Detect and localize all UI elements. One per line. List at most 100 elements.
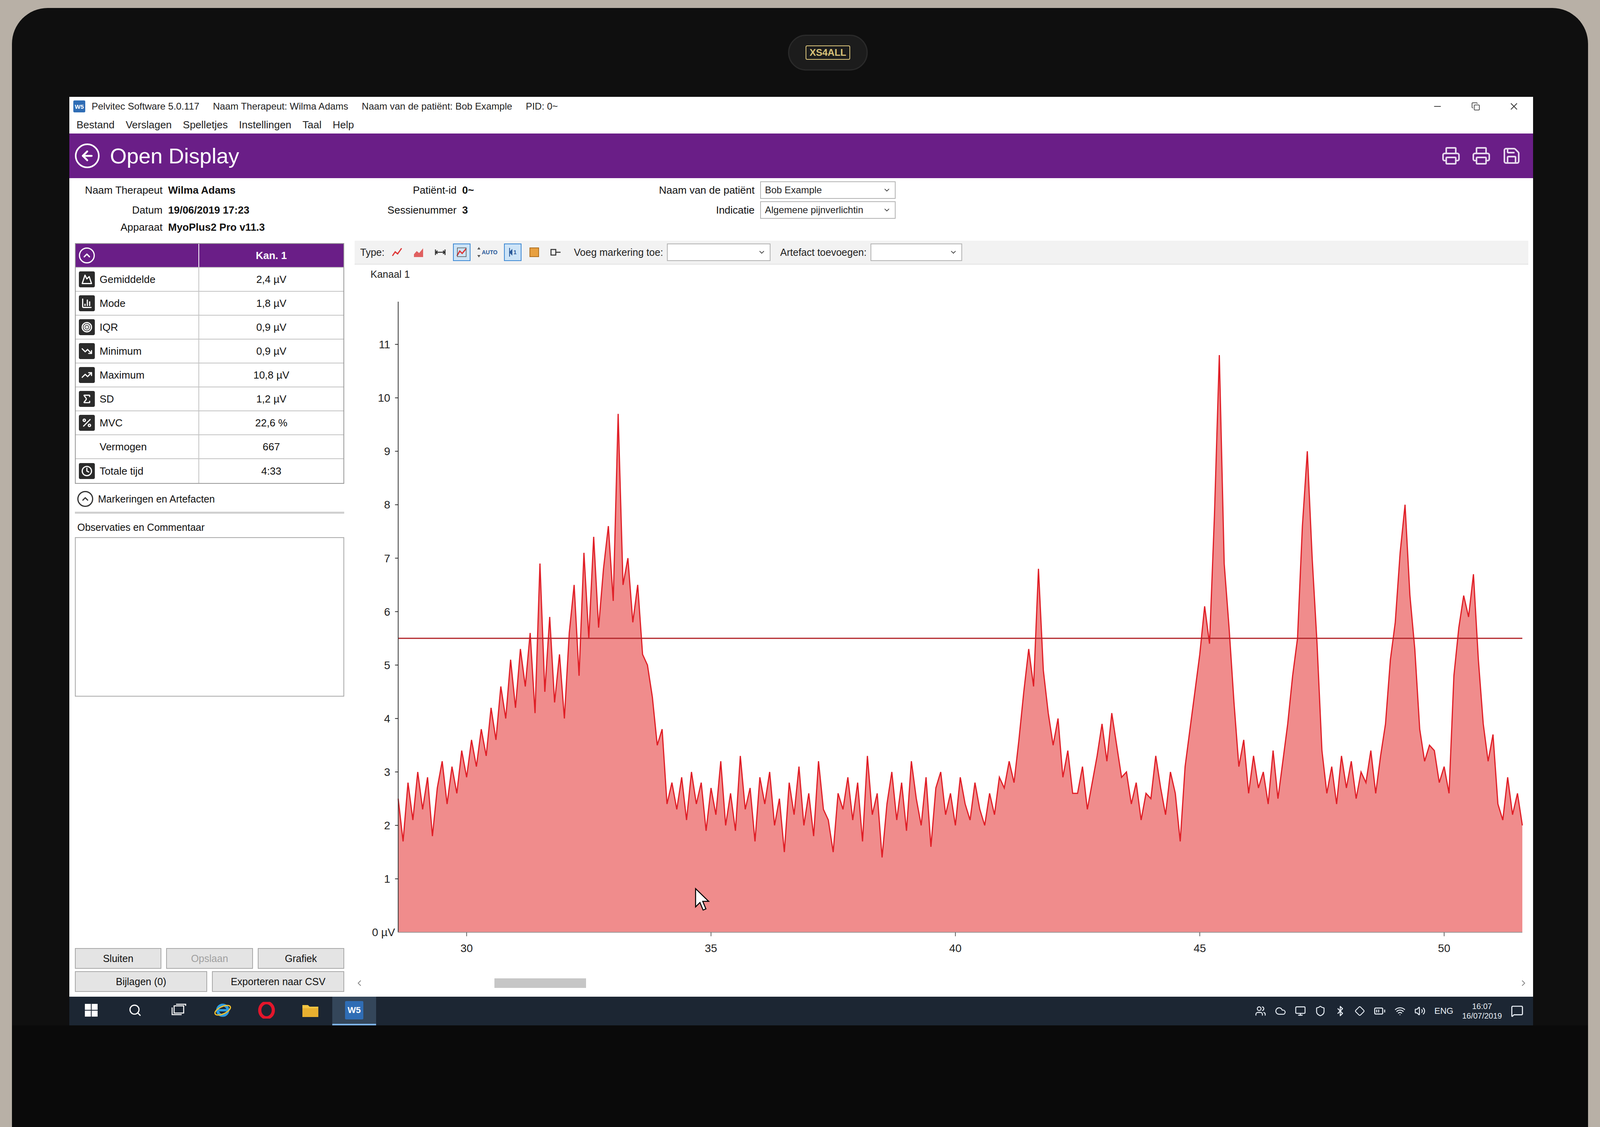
print-icon[interactable] [1441,146,1461,166]
y-tick: 5 [384,658,399,672]
close-button[interactable] [1494,96,1534,116]
action-button[interactable]: Bijlagen (0) [74,970,208,992]
fit-width-icon [434,246,447,259]
marker-icon [549,246,562,259]
stat-value: 1,2 µV [199,387,344,411]
marker-dropdown[interactable] [666,243,771,261]
x-tick: 50 [1437,931,1451,955]
info-label: Indicatie [527,203,755,217]
bottom-bezel [11,1025,1589,1127]
tool-button[interactable] [452,243,471,261]
emg-chart[interactable]: 12345678910110 µV3035404550 [354,283,1529,975]
opera-button[interactable] [244,996,289,1026]
tool-button[interactable] [431,243,450,261]
action-button[interactable]: Exporteren naar CSV [211,970,345,992]
windows-icon [84,1003,99,1017]
menu-item[interactable]: Bestand [76,118,115,132]
stat-icon [78,343,95,359]
chart-panel: Type:AUTO1Voeg markering toe:Artefact to… [344,237,1534,997]
internet-explorer-icon [213,1001,232,1019]
security-icon[interactable] [1314,1005,1326,1017]
stat-icon [78,414,95,431]
chart-scrollbar[interactable] [354,974,1529,992]
back-button[interactable] [74,143,100,169]
markers-section[interactable]: Markeringen en Artefacten [74,487,345,514]
stat-icon [78,462,95,479]
scroll-thumb[interactable] [494,978,587,988]
wifi-icon[interactable] [1394,1005,1406,1017]
indication-dropdown[interactable]: Algemene pijnverlichtin [760,201,896,219]
clock[interactable]: 16:0716/07/2019 [1462,1001,1502,1021]
action-button[interactable]: Sluiten [74,947,162,969]
display-icon[interactable] [1294,1005,1306,1017]
bluetooth-icon[interactable] [1334,1005,1346,1017]
file-explorer-button[interactable] [288,996,333,1026]
minimize-button[interactable] [1418,96,1457,116]
stats-toggle[interactable] [75,243,200,267]
svg-text:35: 35 [704,941,718,955]
stat-row: SD1,2 µV [75,387,344,412]
menu-item[interactable]: Verslagen [125,118,172,132]
threshold-line[interactable] [398,637,1523,639]
tool-text: AUTO [481,249,498,256]
tool-button[interactable] [525,243,544,261]
tool-text: 1 [513,249,517,256]
scroll-offset [368,978,495,988]
svg-text:40: 40 [949,941,962,955]
stat-value: 4:33 [199,458,344,483]
stat-row: IQR0,9 µV [75,315,344,340]
tool-button[interactable]: AUTO [474,243,500,261]
stat-value: 2,4 µV [199,267,344,291]
app-logo: W5 [73,100,86,113]
print-preview-icon[interactable] [1471,146,1491,166]
pelvitec-taskbar-button[interactable]: W5 [332,996,377,1026]
y-tick: 3 [384,765,399,779]
people-icon[interactable] [1254,1005,1267,1017]
menu-item[interactable]: Spelletjes [182,118,228,132]
tool-button[interactable]: 1 [503,243,522,261]
language-indicator[interactable]: ENG [1434,1005,1454,1016]
y-tick: 11 [378,338,399,351]
stat-icon [78,366,95,383]
stat-value: 22,6 % [199,411,344,435]
menu-item[interactable]: Taal [302,118,322,132]
task-view-button[interactable] [156,996,201,1026]
marker-label: Voeg markering toe: [574,246,664,259]
y-tick: 6 [384,605,399,618]
scroll-right-icon[interactable] [1518,978,1529,988]
stat-label: SD [75,387,200,411]
tool-button[interactable] [388,243,406,261]
clock-time: 16:07 [1472,1001,1493,1011]
stat-value: 667 [199,435,344,459]
notifications-icon[interactable] [1510,1004,1524,1018]
app-tray-icon[interactable] [1354,1005,1365,1016]
main-area: Kan. 1Gemiddelde2,4 µVMode1,8 µVIQR0,9 µ… [69,237,1534,997]
collapse-icon [78,247,95,264]
cloud-icon[interactable] [1274,1005,1287,1017]
menu-item[interactable]: Instellingen [239,118,292,132]
internet-explorer-button[interactable] [200,996,245,1026]
start-button[interactable] [69,996,114,1026]
artifact-dropdown[interactable] [870,243,963,261]
menu-item[interactable]: Help [332,118,354,132]
stat-icon [78,319,95,336]
signal-line [398,354,1523,858]
comments-field[interactable] [74,537,345,697]
patient-dropdown[interactable]: Bob Example [760,181,896,199]
tool-button[interactable] [547,243,565,261]
restore-button[interactable] [1456,96,1495,116]
search-button[interactable] [113,996,157,1026]
stats-header[interactable]: Kan. 1 [75,243,344,268]
battery-icon[interactable] [1373,1004,1386,1017]
action-button[interactable]: Grafiek [257,947,345,969]
scroll-track[interactable] [368,978,1515,988]
save-icon[interactable] [1501,146,1522,166]
artifact-label: Artefact toevoegen: [780,246,867,259]
comments-label: Observaties en Commentaar [74,517,345,534]
scroll-left-icon[interactable] [354,978,365,988]
chevron-down-icon [757,248,766,257]
y-tick: 8 [384,498,399,511]
volume-icon[interactable] [1414,1005,1426,1017]
laptop: XS4ALLW5Pelvitec Software 5.0.117Naam Th… [11,7,1589,1127]
tool-button[interactable] [409,243,428,261]
